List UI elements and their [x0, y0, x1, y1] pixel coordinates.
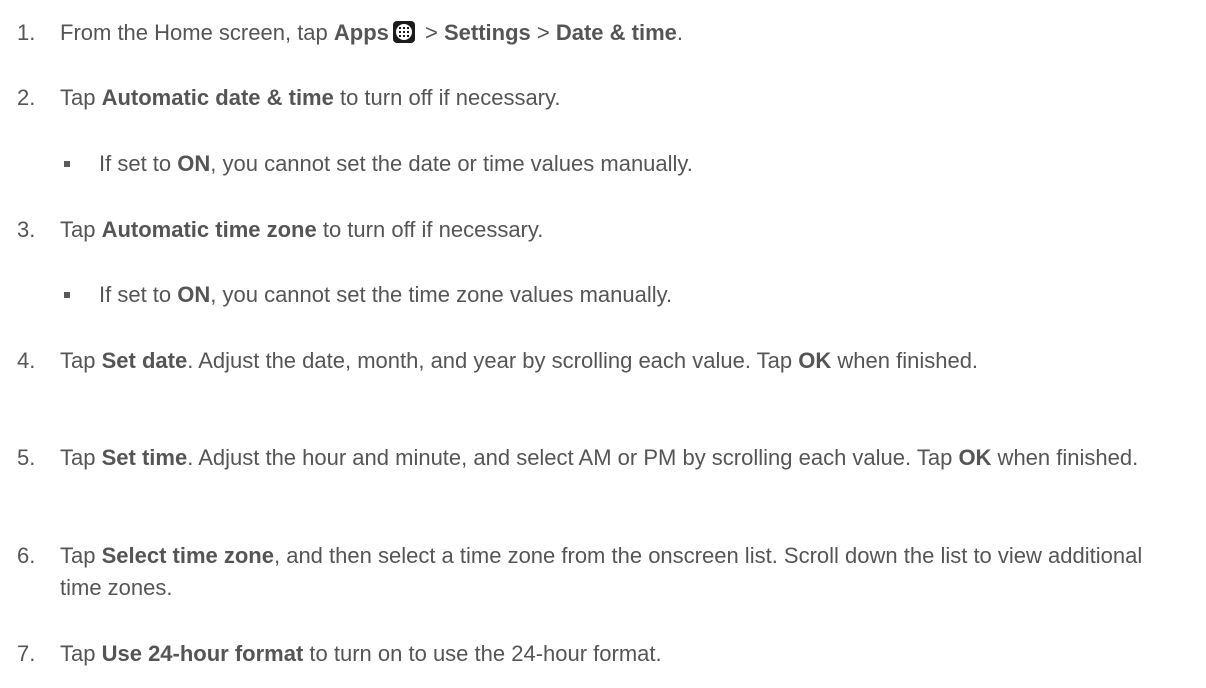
step-number: 6. [17, 543, 36, 568]
text-run: If set to [99, 151, 178, 176]
text-run: . Adjust the date, month, and year by sc… [187, 348, 799, 373]
automatic-date-time-label: Automatic date & time [101, 85, 334, 110]
text-run: when finished. [991, 445, 1139, 470]
text-run: . [676, 20, 684, 45]
text-run: when finished. [831, 348, 979, 373]
text-run: Tap [60, 85, 102, 110]
text-run: Tap [60, 348, 102, 373]
step-number: 7. [17, 641, 36, 666]
note-text: If set to ON, you cannot set the time zo… [99, 279, 1189, 311]
text-run: . Adjust the hour and minute, and select… [187, 445, 959, 470]
step-text: Tap Set date. Adjust the date, month, an… [60, 345, 1120, 377]
note-text: If set to ON, you cannot set the date or… [99, 148, 1189, 180]
text-run: to turn off if necessary. [333, 85, 561, 110]
ok-label: OK [798, 348, 832, 373]
text-run: , you cannot set the date or time values… [210, 151, 693, 176]
text-run: Tap [60, 543, 102, 568]
set-time-label: Set time [101, 445, 188, 470]
step-text: Tap Select time zone, and then select a … [60, 540, 1150, 604]
step-number: 4. [17, 348, 36, 373]
select-time-zone-label: Select time zone [101, 543, 274, 568]
text-run: Tap [60, 445, 102, 470]
instructions-document: 1. From the Home screen, tap Apps > Sett… [0, 0, 1206, 688]
settings-label: Settings [443, 20, 531, 45]
text-run: > [418, 20, 444, 45]
on-label: ON [177, 282, 211, 307]
apps-label: Apps [333, 20, 389, 45]
text-run: to turn on to use the 24-hour format. [303, 641, 662, 666]
text-run: From the Home screen, tap [60, 20, 334, 45]
ok-label: OK [958, 445, 992, 470]
automatic-time-zone-label: Automatic time zone [101, 217, 317, 242]
text-run: , you cannot set the time zone values ma… [210, 282, 673, 307]
text-run: Tap [60, 641, 102, 666]
step-number: 1. [17, 20, 36, 45]
text-run: > [530, 20, 556, 45]
use-24-hour-format-label: Use 24-hour format [101, 641, 304, 666]
step-text: Tap Use 24-hour format to turn on to use… [60, 638, 1190, 670]
date-time-label: Date & time [555, 20, 677, 45]
bullet-icon [64, 292, 70, 298]
step-text: From the Home screen, tap Apps > Setting… [60, 17, 1190, 49]
step-text: Tap Automatic date & time to turn off if… [60, 82, 1190, 114]
text-run: If set to [99, 282, 178, 307]
step-number: 3. [17, 217, 36, 242]
step-number: 5. [17, 445, 36, 470]
bullet-icon [64, 161, 70, 167]
apps-grid-icon [392, 21, 415, 43]
set-date-label: Set date [101, 348, 188, 373]
text-run: Tap [60, 217, 102, 242]
on-label: ON [177, 151, 211, 176]
step-text: Tap Automatic time zone to turn off if n… [60, 214, 1190, 246]
step-number: 2. [17, 85, 36, 110]
step-text: Tap Set time. Adjust the hour and minute… [60, 442, 1200, 474]
text-run: to turn off if necessary. [316, 217, 544, 242]
